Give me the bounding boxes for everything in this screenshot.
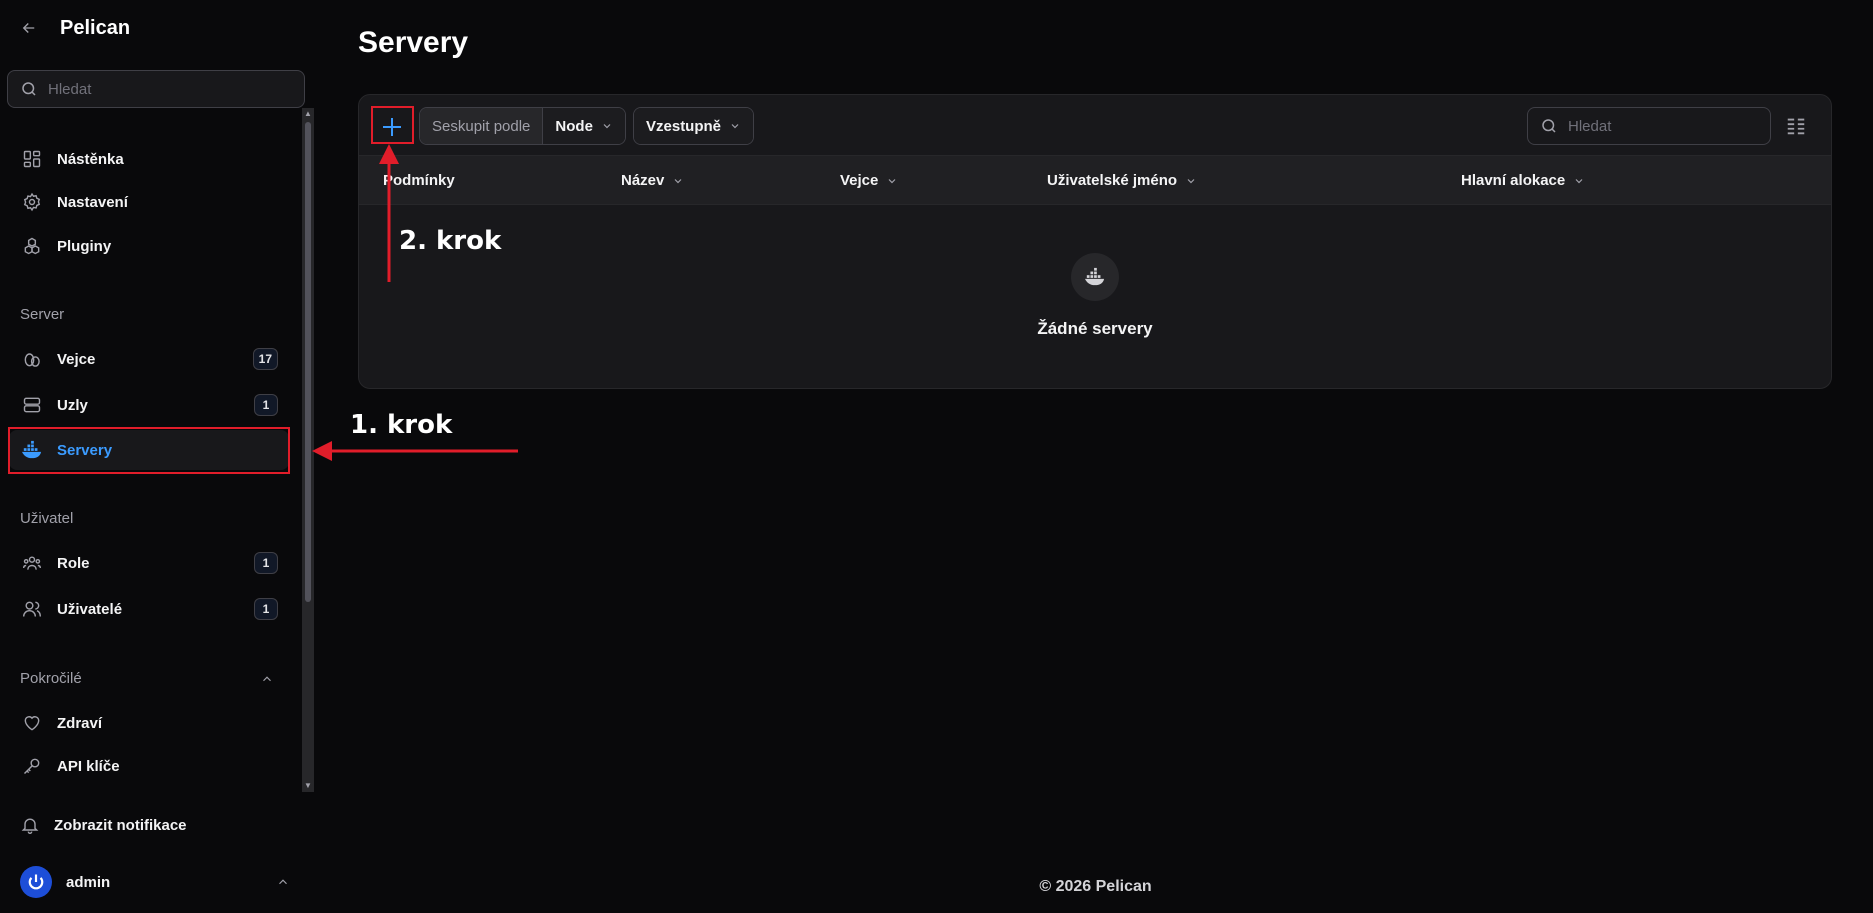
sidebar-item-label: Role [57, 554, 90, 572]
group-by-label: Seskupit podle [420, 108, 544, 144]
empty-state-text: Žádné servery [1037, 319, 1153, 338]
sidebar-item-roles[interactable]: Role 1 [9, 543, 289, 583]
sidebar-item-settings[interactable]: Nastavení [9, 182, 289, 222]
highlight-box-servers [8, 427, 290, 474]
app-root: Pelican Nástěnka Nastavení [0, 0, 1873, 913]
app-title: Pelican [60, 16, 131, 39]
table-toolbar: Seskupit podle Node Vzestupně [359, 95, 1831, 155]
footer-copyright: © 2026 Pelican [1039, 878, 1152, 895]
sort-direction-text: Vzestupně [646, 117, 722, 135]
chevron-down-icon [1575, 178, 1583, 183]
table-search-input[interactable] [1568, 117, 1758, 135]
chevron-up-icon[interactable] [260, 672, 274, 686]
column-header-name[interactable]: Název [621, 172, 684, 189]
table-search[interactable] [1527, 107, 1771, 145]
column-header-primary-allocation[interactable]: Hlavní alokace [1461, 172, 1585, 189]
sidebar-item-label: Zdraví [57, 714, 103, 732]
sidebar-item-nodes[interactable]: Uzly 1 [9, 385, 289, 425]
chevron-up-icon[interactable] [276, 875, 290, 889]
column-header-label: Podmínky [383, 172, 455, 189]
chevron-down-icon [888, 178, 896, 183]
annotation-step2-text: 2. krok [399, 226, 502, 256]
chevron-down-icon [731, 124, 739, 129]
brand: Pelican [20, 14, 130, 42]
group-label-user: Uživatel [20, 510, 74, 527]
notifications-label: Zobrazit notifikace [54, 816, 187, 834]
puzzle-icon [21, 235, 43, 257]
column-header-label: Hlavní alokace [1461, 172, 1566, 189]
count-badge: 1 [254, 394, 278, 416]
sidebar-item-api-keys[interactable]: API klíče [9, 746, 289, 786]
sidebar-item-health[interactable]: Zdraví [9, 703, 289, 743]
sidebar-item-dashboard[interactable]: Nástěnka [9, 139, 289, 179]
egg-icon [21, 348, 43, 370]
group-by-value-text: Node [555, 117, 593, 135]
column-header-egg[interactable]: Vejce [840, 172, 898, 189]
empty-state-docker-icon [1071, 253, 1119, 301]
sidebar-item-label: Uzly [57, 396, 88, 414]
sidebar-scrollbar[interactable]: ▲ ▼ [302, 108, 314, 792]
page-title: Servery [358, 26, 469, 59]
column-header-label: Vejce [840, 172, 879, 189]
avatar [20, 866, 52, 898]
sidebar-item-plugins[interactable]: Pluginy [9, 226, 289, 266]
users-icon [21, 598, 43, 620]
heart-icon [21, 712, 43, 734]
sidebar-item-label: Pluginy [57, 237, 112, 255]
power-icon [28, 874, 44, 890]
sidebar-item-eggs[interactable]: Vejce 17 [9, 339, 289, 379]
sidebar-item-label: API klíče [57, 757, 120, 775]
back-arrow-icon[interactable] [20, 19, 38, 37]
search-icon [20, 80, 38, 98]
count-badge: 1 [254, 598, 278, 620]
dashboard-icon [21, 148, 43, 170]
sidebar-item-label: Uživatelé [57, 600, 123, 618]
sidebar-item-label: Nastavení [57, 193, 128, 211]
sidebar-search-input[interactable] [48, 80, 288, 98]
role-icon [21, 552, 43, 574]
sidebar-search[interactable] [7, 70, 305, 108]
highlight-box-add-button [371, 106, 414, 144]
chevron-down-icon [603, 124, 611, 129]
notifications-button[interactable]: Zobrazit notifikace [20, 812, 187, 838]
count-badge: 1 [254, 552, 278, 574]
scroll-down-icon[interactable]: ▼ [302, 780, 314, 792]
sort-direction-select[interactable]: Vzestupně [633, 107, 755, 145]
scrollbar-thumb[interactable] [305, 122, 311, 602]
group-by-select[interactable]: Seskupit podle Node [419, 107, 626, 145]
sidebar-item-label: Vejce [57, 350, 96, 368]
sort-direction-value[interactable]: Vzestupně [634, 108, 754, 144]
group-by-value[interactable]: Node [543, 108, 625, 144]
annotation-arrow-step2 [379, 144, 399, 282]
user-name: admin [66, 873, 111, 891]
sidebar-item-label: Nástěnka [57, 150, 124, 168]
gear-icon [21, 191, 43, 213]
column-header-label: Název [621, 172, 665, 189]
key-icon [21, 755, 43, 777]
column-header-label: Uživatelské jméno [1047, 172, 1178, 189]
scroll-up-icon[interactable]: ▲ [302, 108, 314, 120]
count-badge: 17 [252, 348, 278, 370]
chevron-down-icon [674, 178, 682, 183]
server-stack-icon [21, 394, 43, 416]
search-icon [1540, 117, 1558, 135]
group-label-server: Server [20, 306, 65, 323]
group-label-advanced: Pokročilé [20, 670, 82, 687]
bell-icon [20, 815, 40, 835]
table-header: Podmínky Název Vejce Uživatelské jméno H… [359, 155, 1831, 205]
chevron-down-icon [1187, 178, 1195, 183]
column-header-conditions[interactable]: Podmínky [383, 172, 455, 189]
column-header-username[interactable]: Uživatelské jméno [1047, 172, 1197, 189]
user-menu[interactable]: admin [20, 866, 110, 898]
column-toggle-icon[interactable] [1785, 115, 1807, 137]
servers-table-panel: Seskupit podle Node Vzestupně Hledat Pod… [358, 94, 1832, 389]
annotation-step1-text: 1. krok [350, 410, 453, 440]
sidebar-item-users[interactable]: Uživatelé 1 [9, 589, 289, 629]
